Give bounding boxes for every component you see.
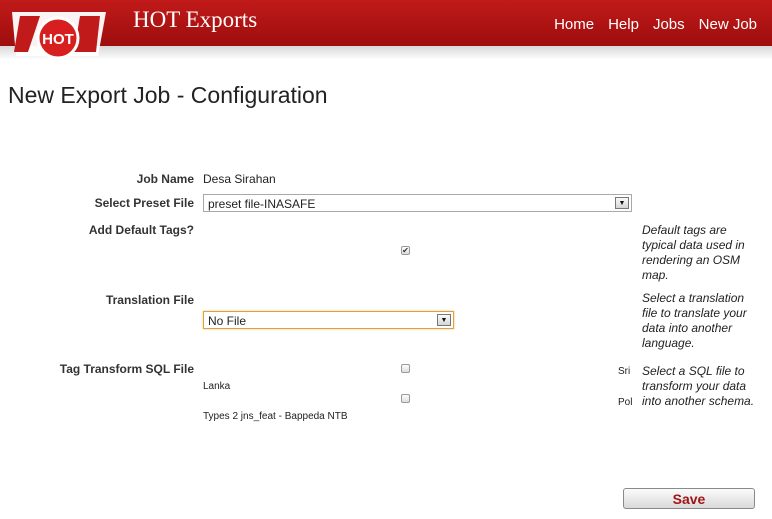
save-button[interactable]: Save <box>623 488 755 509</box>
transform-option-label: Types 2 jns_feat - Bappeda NTB <box>203 411 348 422</box>
site-title[interactable]: HOT Exports <box>133 7 257 33</box>
page-title: New Export Job - Configuration <box>8 82 328 108</box>
translation-select-value: No File <box>208 314 247 328</box>
logo-text: HOT <box>42 31 74 48</box>
preset-select-value: preset file-INASAFE <box>208 197 316 211</box>
transform-option-label: Lanka <box>203 381 231 392</box>
translation-help: Select a translation file to translate y… <box>642 291 747 350</box>
job-name-label: Job Name <box>136 172 194 186</box>
translation-label: Translation File <box>105 293 194 307</box>
default-tags-label: Add Default Tags? <box>88 223 194 237</box>
default-tags-checkbox[interactable]: ✔ <box>401 246 410 255</box>
transform-help: Select a SQL file to transform your data… <box>642 364 755 408</box>
nav-jobs[interactable]: Jobs <box>653 16 685 33</box>
nav-help[interactable]: Help <box>608 16 639 33</box>
transform-option-prefix: Sri <box>618 366 631 377</box>
job-name-value: Desa Sirahan <box>203 172 276 186</box>
header-shadow <box>0 46 772 60</box>
translation-select[interactable]: No File ▼ <box>203 311 454 329</box>
main-nav: Home Help Jobs New Job <box>554 16 757 33</box>
transform-option-checkbox[interactable] <box>401 394 410 403</box>
chevron-down-icon[interactable]: ▼ <box>615 197 629 209</box>
preset-label: Select Preset File <box>94 196 194 210</box>
default-tags-help: Default tags are typical data used in re… <box>642 223 745 282</box>
hot-logo[interactable]: HOT <box>10 4 110 60</box>
transform-label: Tag Transform SQL File <box>59 362 194 376</box>
nav-home[interactable]: Home <box>554 16 594 33</box>
nav-new-job[interactable]: New Job <box>699 16 757 33</box>
transform-option-prefix: Pol <box>618 397 633 408</box>
preset-select[interactable]: preset file-INASAFE ▼ <box>203 194 632 212</box>
transform-option-checkbox[interactable] <box>401 364 410 373</box>
checkmark-icon: ✔ <box>402 246 409 255</box>
chevron-down-icon[interactable]: ▼ <box>437 314 451 326</box>
